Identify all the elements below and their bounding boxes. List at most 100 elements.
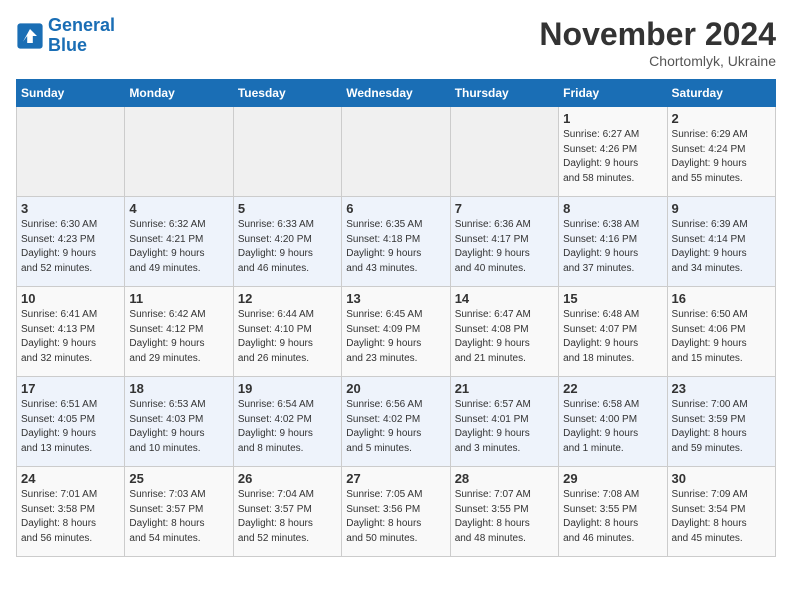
calendar-cell: 19 Sunrise: 6:54 AM Sunset: 4:02 PM Dayli… xyxy=(233,377,341,467)
title-block: November 2024 Chortomlyk, Ukraine xyxy=(539,16,776,69)
day-number: 5 xyxy=(238,201,337,216)
calendar-cell: 27Sunrise: 7:05 AM Sunset: 3:56 PM Dayli… xyxy=(342,467,450,557)
calendar-cell: 10 Sunrise: 6:41 AM Sunset: 4:13 PM Dayli… xyxy=(17,287,125,377)
day-info: Sunrise: 6:45 AM Sunset: 4:09 PM Dayligh… xyxy=(346,308,445,366)
day-number: 15 xyxy=(563,291,662,306)
day-info: Sunrise: 6:38 AM Sunset: 4:16 PM Dayligh… xyxy=(563,218,662,276)
day-info: Sunrise: 7:03 AM Sunset: 3:57 PM Dayligh… xyxy=(129,488,228,546)
day-info: Sunrise: 6:48 AM Sunset: 4:07 PM Dayligh… xyxy=(563,308,662,366)
day-number: 9 xyxy=(672,201,771,216)
calendar-week-1: 3 Sunrise: 6:30 AM Sunset: 4:23 PM Daylig… xyxy=(17,197,776,287)
day-header-thursday: Thursday xyxy=(450,80,558,107)
day-number: 22 xyxy=(563,381,662,396)
day-info: Sunrise: 6:32 AM Sunset: 4:21 PM Dayligh… xyxy=(129,218,228,276)
day-number: 4 xyxy=(129,201,228,216)
calendar-week-3: 17 Sunrise: 6:51 AM Sunset: 4:05 PM Dayli… xyxy=(17,377,776,467)
calendar-cell xyxy=(342,107,450,197)
day-info: Sunrise: 6:54 AM Sunset: 4:02 PM Dayligh… xyxy=(238,398,337,456)
calendar-cell: 8 Sunrise: 6:38 AM Sunset: 4:16 PM Daylig… xyxy=(559,197,667,287)
day-info: Sunrise: 7:07 AM Sunset: 3:55 PM Dayligh… xyxy=(455,488,554,546)
month-title: November 2024 xyxy=(539,16,776,53)
calendar-cell xyxy=(450,107,558,197)
day-info: Sunrise: 6:39 AM Sunset: 4:14 PM Dayligh… xyxy=(672,218,771,276)
calendar-week-2: 10 Sunrise: 6:41 AM Sunset: 4:13 PM Dayli… xyxy=(17,287,776,377)
day-info: Sunrise: 6:50 AM Sunset: 4:06 PM Dayligh… xyxy=(672,308,771,366)
day-number: 26 xyxy=(238,471,337,486)
day-number: 18 xyxy=(129,381,228,396)
day-info: Sunrise: 6:57 AM Sunset: 4:01 PM Dayligh… xyxy=(455,398,554,456)
day-number: 3 xyxy=(21,201,120,216)
day-info: Sunrise: 6:42 AM Sunset: 4:12 PM Dayligh… xyxy=(129,308,228,366)
calendar-cell: 16 Sunrise: 6:50 AM Sunset: 4:06 PM Dayli… xyxy=(667,287,775,377)
calendar-cell: 7 Sunrise: 6:36 AM Sunset: 4:17 PM Daylig… xyxy=(450,197,558,287)
page-header: General Blue November 2024 Chortomlyk, U… xyxy=(16,16,776,69)
calendar-cell: 20Sunrise: 6:56 AM Sunset: 4:02 PM Dayli… xyxy=(342,377,450,467)
day-number: 8 xyxy=(563,201,662,216)
day-number: 16 xyxy=(672,291,771,306)
calendar-cell: 1 Sunrise: 6:27 AM Sunset: 4:26 PM Daylig… xyxy=(559,107,667,197)
calendar-cell: 13 Sunrise: 6:45 AM Sunset: 4:09 PM Dayli… xyxy=(342,287,450,377)
calendar-header-row: SundayMondayTuesdayWednesdayThursdayFrid… xyxy=(17,80,776,107)
day-header-sunday: Sunday xyxy=(17,80,125,107)
day-number: 6 xyxy=(346,201,445,216)
day-number: 19 xyxy=(238,381,337,396)
day-info: Sunrise: 6:56 AM Sunset: 4:02 PM Dayligh… xyxy=(346,398,445,456)
day-header-friday: Friday xyxy=(559,80,667,107)
calendar-cell: 11Sunrise: 6:42 AM Sunset: 4:12 PM Dayli… xyxy=(125,287,233,377)
calendar-cell: 28 Sunrise: 7:07 AM Sunset: 3:55 PM Dayli… xyxy=(450,467,558,557)
calendar-cell: 18Sunrise: 6:53 AM Sunset: 4:03 PM Dayli… xyxy=(125,377,233,467)
calendar-cell: 3 Sunrise: 6:30 AM Sunset: 4:23 PM Daylig… xyxy=(17,197,125,287)
day-info: Sunrise: 7:01 AM Sunset: 3:58 PM Dayligh… xyxy=(21,488,120,546)
calendar-cell: 30 Sunrise: 7:09 AM Sunset: 3:54 PM Dayli… xyxy=(667,467,775,557)
calendar-cell: 2 Sunrise: 6:29 AM Sunset: 4:24 PM Daylig… xyxy=(667,107,775,197)
day-header-tuesday: Tuesday xyxy=(233,80,341,107)
day-info: Sunrise: 7:00 AM Sunset: 3:59 PM Dayligh… xyxy=(672,398,771,456)
day-number: 23 xyxy=(672,381,771,396)
day-number: 7 xyxy=(455,201,554,216)
day-number: 29 xyxy=(563,471,662,486)
day-info: Sunrise: 6:35 AM Sunset: 4:18 PM Dayligh… xyxy=(346,218,445,276)
calendar-cell xyxy=(233,107,341,197)
logo: General Blue xyxy=(16,16,115,56)
logo-icon xyxy=(16,22,44,50)
day-info: Sunrise: 6:36 AM Sunset: 4:17 PM Dayligh… xyxy=(455,218,554,276)
calendar-cell: 17 Sunrise: 6:51 AM Sunset: 4:05 PM Dayli… xyxy=(17,377,125,467)
calendar-cell: 12 Sunrise: 6:44 AM Sunset: 4:10 PM Dayli… xyxy=(233,287,341,377)
calendar-cell: 22 Sunrise: 6:58 AM Sunset: 4:00 PM Dayli… xyxy=(559,377,667,467)
day-number: 2 xyxy=(672,111,771,126)
day-header-saturday: Saturday xyxy=(667,80,775,107)
day-info: Sunrise: 6:51 AM Sunset: 4:05 PM Dayligh… xyxy=(21,398,120,456)
day-number: 17 xyxy=(21,381,120,396)
day-number: 25 xyxy=(129,471,228,486)
day-number: 10 xyxy=(21,291,120,306)
day-number: 21 xyxy=(455,381,554,396)
day-info: Sunrise: 6:33 AM Sunset: 4:20 PM Dayligh… xyxy=(238,218,337,276)
day-info: Sunrise: 6:44 AM Sunset: 4:10 PM Dayligh… xyxy=(238,308,337,366)
day-number: 12 xyxy=(238,291,337,306)
calendar-cell: 15 Sunrise: 6:48 AM Sunset: 4:07 PM Dayli… xyxy=(559,287,667,377)
day-info: Sunrise: 6:41 AM Sunset: 4:13 PM Dayligh… xyxy=(21,308,120,366)
day-info: Sunrise: 6:27 AM Sunset: 4:26 PM Dayligh… xyxy=(563,128,662,186)
day-info: Sunrise: 6:30 AM Sunset: 4:23 PM Dayligh… xyxy=(21,218,120,276)
day-info: Sunrise: 7:04 AM Sunset: 3:57 PM Dayligh… xyxy=(238,488,337,546)
calendar-cell: 26 Sunrise: 7:04 AM Sunset: 3:57 PM Dayli… xyxy=(233,467,341,557)
day-number: 13 xyxy=(346,291,445,306)
day-header-monday: Monday xyxy=(125,80,233,107)
calendar-cell: 4 Sunrise: 6:32 AM Sunset: 4:21 PM Daylig… xyxy=(125,197,233,287)
calendar-cell: 23 Sunrise: 7:00 AM Sunset: 3:59 PM Dayli… xyxy=(667,377,775,467)
calendar-cell xyxy=(17,107,125,197)
calendar-cell: 25 Sunrise: 7:03 AM Sunset: 3:57 PM Dayli… xyxy=(125,467,233,557)
day-info: Sunrise: 6:58 AM Sunset: 4:00 PM Dayligh… xyxy=(563,398,662,456)
day-number: 1 xyxy=(563,111,662,126)
day-number: 14 xyxy=(455,291,554,306)
day-number: 28 xyxy=(455,471,554,486)
calendar-cell: 21 Sunrise: 6:57 AM Sunset: 4:01 PM Dayli… xyxy=(450,377,558,467)
calendar-body: 1 Sunrise: 6:27 AM Sunset: 4:26 PM Daylig… xyxy=(17,107,776,557)
day-info: Sunrise: 7:09 AM Sunset: 3:54 PM Dayligh… xyxy=(672,488,771,546)
day-info: Sunrise: 6:29 AM Sunset: 4:24 PM Dayligh… xyxy=(672,128,771,186)
day-info: Sunrise: 6:47 AM Sunset: 4:08 PM Dayligh… xyxy=(455,308,554,366)
day-header-wednesday: Wednesday xyxy=(342,80,450,107)
calendar-cell: 9 Sunrise: 6:39 AM Sunset: 4:14 PM Daylig… xyxy=(667,197,775,287)
day-number: 30 xyxy=(672,471,771,486)
calendar-cell: 29Sunrise: 7:08 AM Sunset: 3:55 PM Dayli… xyxy=(559,467,667,557)
